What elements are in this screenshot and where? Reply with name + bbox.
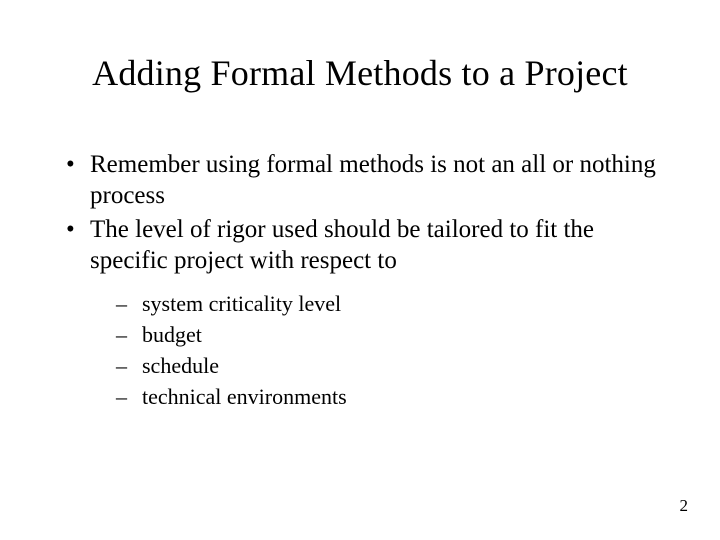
slide-body: Remember using formal methods is not an … [62,150,660,416]
list-item-text: schedule [142,353,219,378]
bullet-list: Remember using formal methods is not an … [62,150,660,412]
slide: Adding Formal Methods to a Project Remem… [0,0,720,540]
list-item-text: Remember using formal methods is not an … [90,151,656,209]
list-item-text: system criticality level [142,291,341,316]
list-item: system criticality level [116,290,660,318]
page-number: 2 [680,496,689,516]
sub-bullet-list: system criticality level budget schedule… [90,290,660,412]
slide-title: Adding Formal Methods to a Project [0,52,720,94]
list-item-text: The level of rigor used should be tailor… [90,216,594,274]
list-item: budget [116,321,660,349]
list-item: schedule [116,352,660,380]
list-item-text: technical environments [142,384,347,409]
list-item: Remember using formal methods is not an … [62,150,660,211]
list-item-text: budget [142,322,202,347]
list-item: technical environments [116,383,660,411]
list-item: The level of rigor used should be tailor… [62,215,660,412]
